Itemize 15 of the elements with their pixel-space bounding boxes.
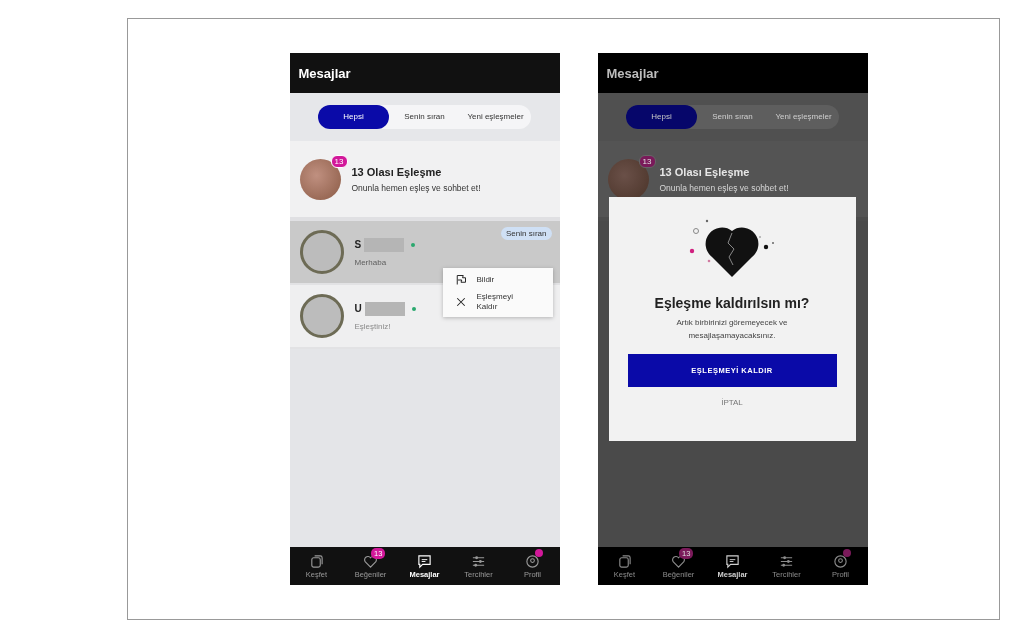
contact-initial: U — [354, 303, 362, 314]
last-message: Eşleştiniz! — [354, 321, 392, 331]
count-badge: 13 — [330, 154, 348, 168]
contact-initial: S — [354, 239, 362, 250]
promo-title: 13 Olası Eşleşme — [351, 165, 443, 178]
count-badge: 13 — [638, 154, 656, 168]
dialog-title: Eşleşme kaldırılsın mı? — [654, 295, 810, 311]
promo-title: 13 Olası Eşleşme — [659, 165, 751, 178]
promo-subtitle: Onunla hemen eşleş ve sohbet et! — [659, 182, 789, 193]
turn-tag: Senin sıran — [501, 227, 552, 240]
dialog-message: Artık birbirinizi göremeyecek ve mesajlaşamayacaksınız. — [675, 317, 789, 342]
screen-title: Mesajlar — [606, 65, 659, 81]
last-message: Merhaba — [354, 257, 388, 267]
screen-title: Mesajlar — [298, 65, 351, 81]
promo-subtitle: Onunla hemen eşleş ve sohbet et! — [351, 182, 481, 193]
